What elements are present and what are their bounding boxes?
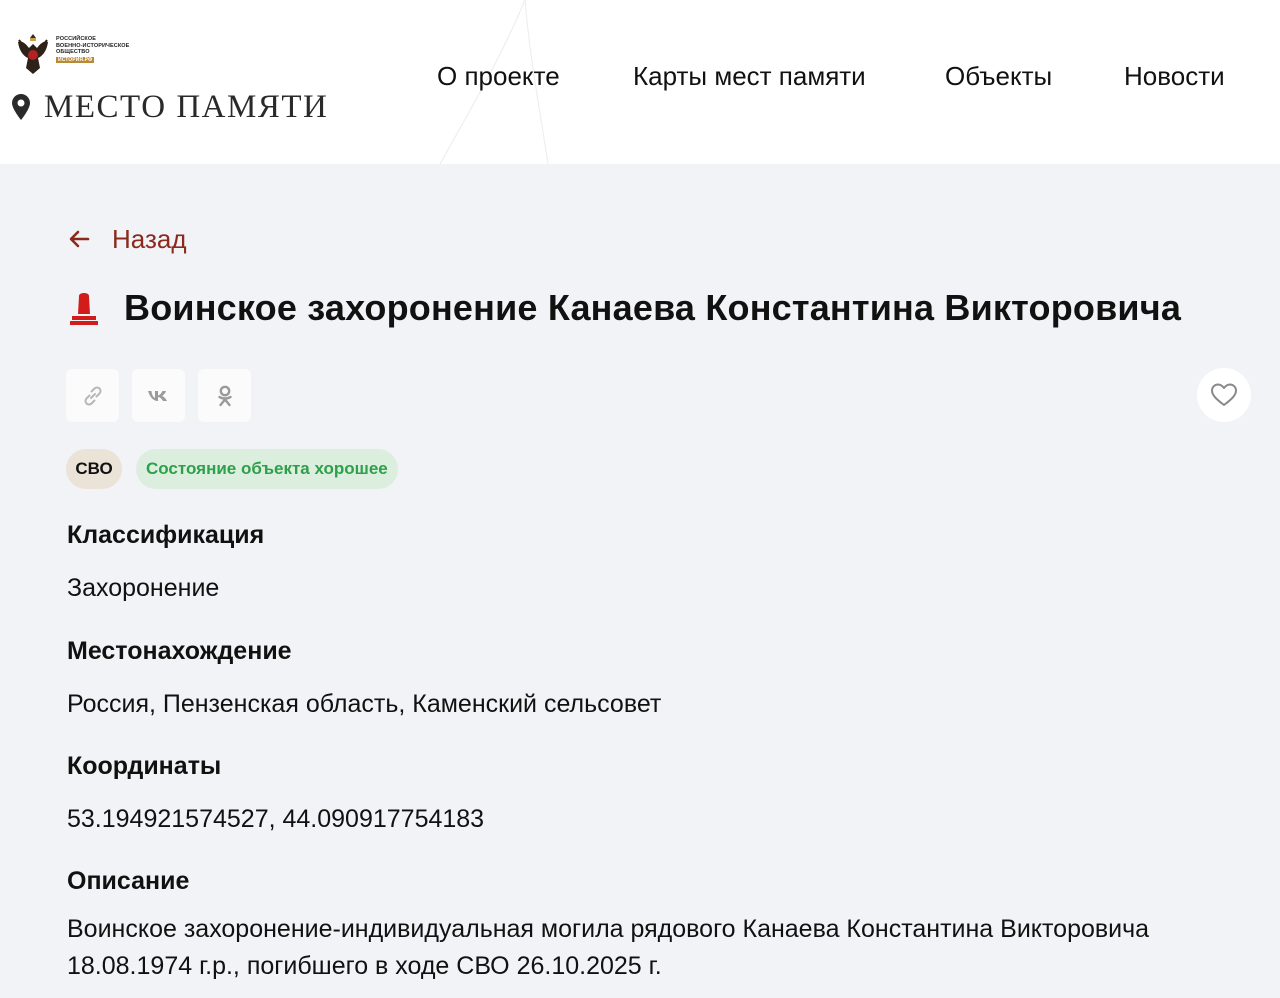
nav-about[interactable]: О проекте: [437, 58, 560, 94]
society-line-1: Российское: [56, 36, 96, 42]
back-label: Назад: [112, 223, 187, 254]
site-title: МЕСТО ПАМЯТИ: [44, 88, 329, 125]
main-nav: О проекте Карты мест памяти Объекты Ново…: [0, 58, 1280, 94]
section-label: Классификация: [67, 521, 265, 549]
section-label: Координаты: [67, 752, 222, 780]
ok-icon: [217, 385, 232, 406]
section-classification: Классификация Захоронение: [67, 519, 1257, 607]
section-value: Захоронение: [67, 574, 220, 602]
copy-link-button[interactable]: [66, 369, 119, 422]
page-title: Воинское захоронение Канаева Константина…: [124, 287, 1182, 328]
object-header: Воинское захоронение Канаева Константина…: [68, 284, 1181, 332]
vk-icon: [147, 390, 167, 401]
nav-news[interactable]: Новости: [1124, 58, 1225, 94]
section-value: Воинское захоронение-индивидуальная моги…: [67, 915, 1150, 980]
back-link[interactable]: Назад: [68, 222, 187, 256]
society-line-2: военно-историческое: [56, 42, 130, 49]
section-value: 53.194921574527, 44.090917754183: [67, 805, 485, 833]
share-buttons: [66, 369, 251, 422]
society-line-3: общество: [56, 49, 90, 56]
share-ok-button[interactable]: [198, 369, 251, 422]
favorite-button[interactable]: [1197, 368, 1251, 422]
nav-objects[interactable]: Объекты: [945, 58, 1052, 94]
heart-icon: [1211, 383, 1237, 406]
section-label: Местонахождение: [67, 637, 292, 665]
section-location: Местонахождение Россия, Пензенская облас…: [67, 635, 1257, 723]
section-value: Россия, Пензенская область, Каменский се…: [67, 690, 662, 718]
status-badge: Состояние объекта хорошее: [136, 449, 398, 489]
share-vk-button[interactable]: [132, 369, 185, 422]
section-label: Описание: [67, 867, 190, 895]
map-pin-icon: [12, 94, 30, 120]
link-icon: [83, 385, 102, 406]
object-badges: СВО Состояние объекта хорошее: [66, 449, 398, 489]
category-badge[interactable]: СВО: [66, 449, 122, 489]
nav-maps[interactable]: Карты мест памяти: [633, 58, 866, 94]
arrow-left-icon: [69, 230, 90, 248]
monument-icon: [70, 293, 98, 325]
site-header: Российское военно-историческое общество …: [0, 0, 1280, 164]
section-coordinates: Координаты 53.194921574527, 44.090917754…: [67, 750, 1257, 838]
section-description: Описание Воинское захоронение-индивидуал…: [67, 865, 1257, 985]
